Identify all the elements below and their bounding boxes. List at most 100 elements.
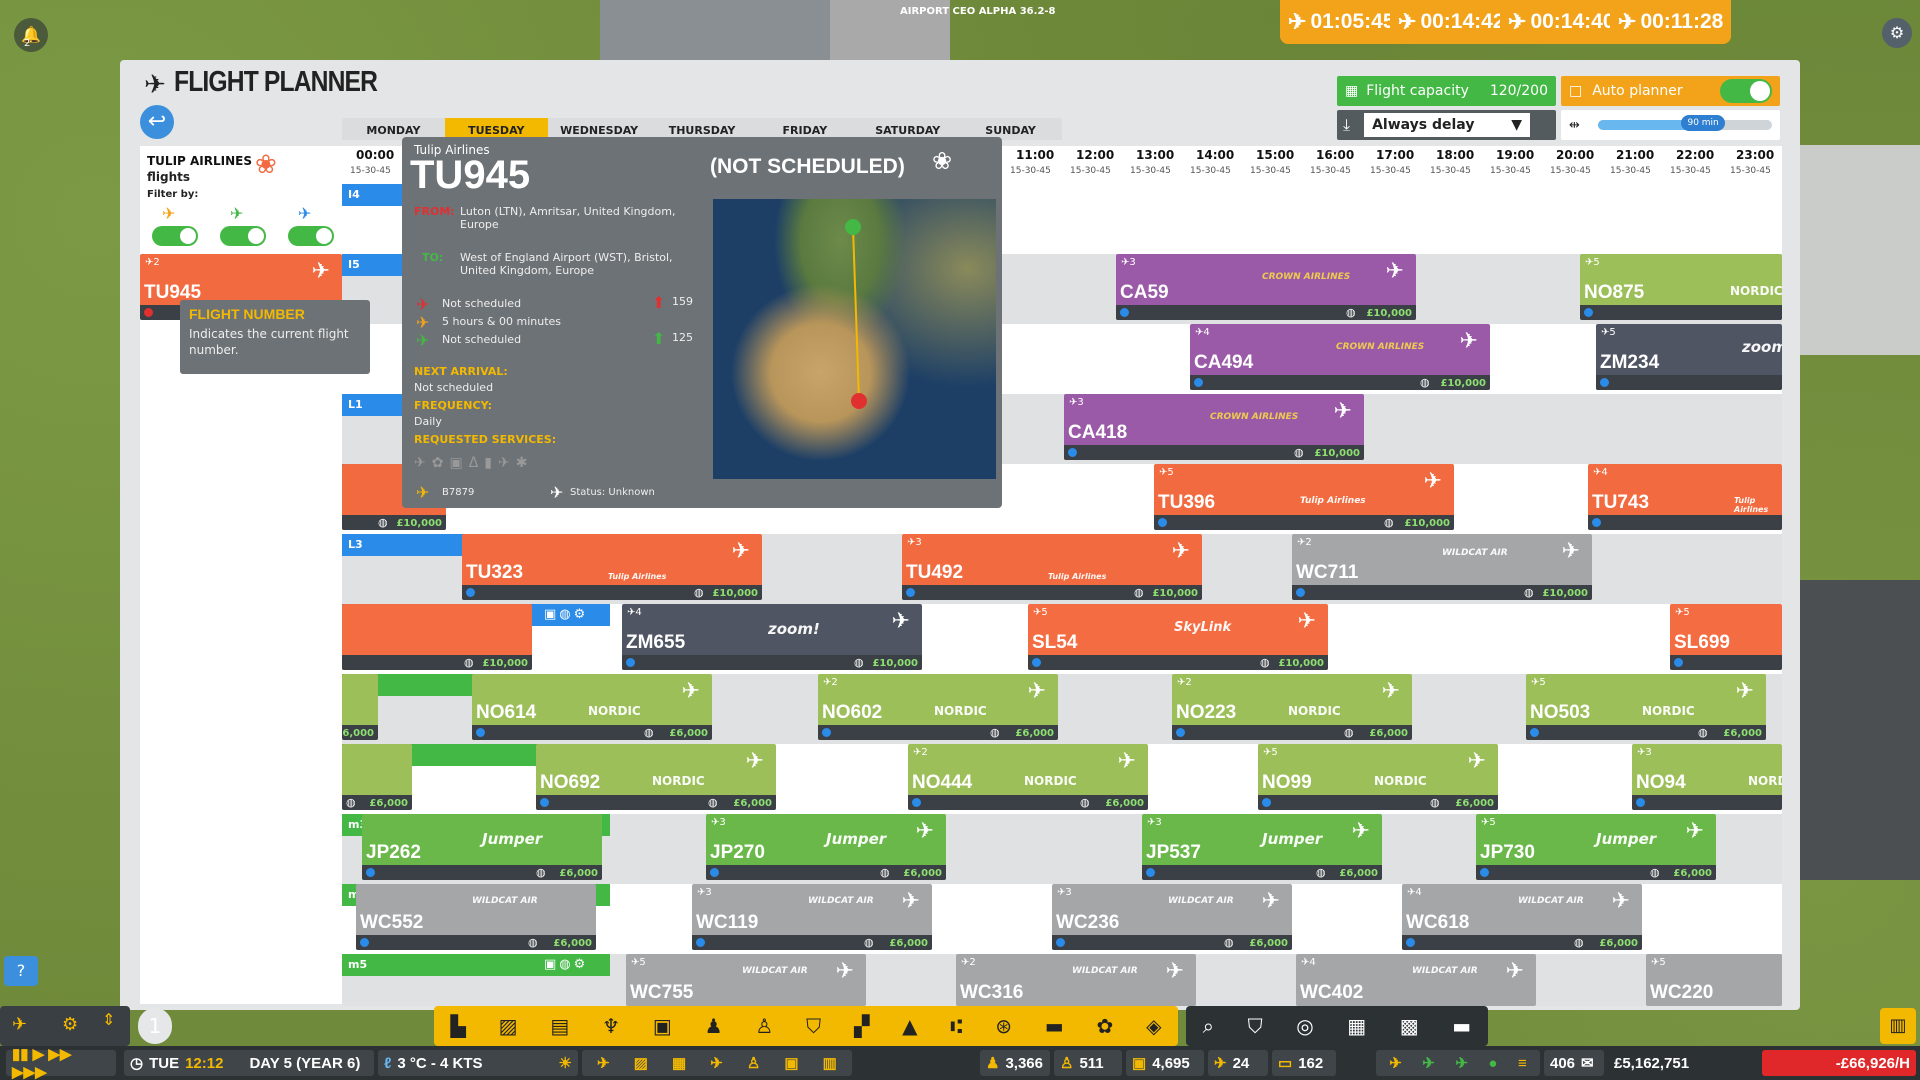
security-icon[interactable]: ⛉ [806, 1014, 821, 1038]
flight-card[interactable]: ✈5 NO875 NORDIC [1580, 254, 1782, 320]
flight-timer-3[interactable]: ✈ 00:14:40 [1500, 0, 1623, 44]
staff-icon[interactable]: ♟ [705, 1014, 723, 1038]
flight-card[interactable]: NO614 NORDIC ✈ ◍ £6,000 [472, 674, 712, 740]
grid-icon[interactable]: ▦ [1347, 1014, 1366, 1038]
quarter-label: 15-30-45 [1190, 166, 1231, 176]
price: £6,000 [1455, 798, 1494, 809]
slot-number: ✈4 [1301, 957, 1316, 968]
search-icon[interactable]: ⌕ [1203, 1014, 1214, 1038]
speed-controls[interactable]: ▮▮ ▶ ▶▶ ▶▶▶ [6, 1046, 116, 1080]
flight-card[interactable]: ✈3 WC236 WILDCAT AIR ✈ ◍ £6,000 [1052, 884, 1292, 950]
flight-card[interactable]: WC552 WILDCAT AIR ◍ £6,000 [356, 884, 596, 950]
mail[interactable]: 406 ✉ [1544, 1050, 1604, 1076]
flight-card[interactable]: ✈3 JP537 Jumper ✈ ◍ £6,000 [1142, 814, 1382, 880]
tower-icon[interactable]: ♆ [602, 1014, 620, 1038]
boxes-icon[interactable]: ◈ [1146, 1014, 1161, 1038]
shield-icon[interactable]: ⛉ [1248, 1014, 1263, 1038]
toggles[interactable]: ✈ ▨ ▦ ✈ ♙ ▣ ▥ [582, 1050, 852, 1076]
hour-label: 18:00 [1436, 148, 1475, 162]
hourly-rate: -£66,926/H [1762, 1050, 1916, 1076]
flight-footer: ◍ £6,000 [1476, 865, 1716, 880]
flight-timer-1[interactable]: ✈ 01:05:45 [1280, 0, 1403, 44]
stripes-icon[interactable]: ▨ [499, 1014, 518, 1038]
gear-icon[interactable]: ⚙ [62, 1014, 78, 1035]
flight-card[interactable]: ✈3 JP270 Jumper ✈ ◍ £6,000 [706, 814, 946, 880]
flight-card[interactable]: ✈5 TU396 Tulip Airlines ✈ ◍ £10,000 [1154, 464, 1454, 530]
status-dot [906, 588, 915, 597]
flight-timer-2[interactable]: ✈ 00:14:42 [1390, 0, 1513, 44]
page-indicator[interactable]: 1 [138, 1008, 172, 1044]
flight-card[interactable]: ✈4 TU743 Tulip Airlines [1588, 464, 1782, 530]
flight-card[interactable]: £6,000 [342, 674, 378, 740]
flight-card[interactable]: ✈5 JP730 Jumper ✈ ◍ £6,000 [1476, 814, 1716, 880]
flight-card[interactable]: ✈4 WC402 WILDCAT AIR ✈ [1296, 954, 1536, 1006]
flight-code: NO602 [822, 702, 883, 723]
flight-card[interactable]: ✈4 ZM655 zoom! ✈ ◍ £10,000 [622, 604, 922, 670]
flight-card[interactable]: ◍ £6,000 [342, 744, 412, 810]
plane-icon[interactable]: ✈ [12, 1014, 27, 1035]
flight-card[interactable]: ✈5 WC220 [1646, 954, 1782, 1006]
plane-icon: ✈ [1117, 749, 1136, 774]
food-icon[interactable]: ⑆ [950, 1014, 962, 1038]
flight-card[interactable]: ✈2 NO444 NORDIC ✈ ◍ £6,000 [908, 744, 1148, 810]
gate-label: I5 [342, 254, 402, 276]
money-icon[interactable]: ⊛ [995, 1014, 1012, 1038]
flights-label: flights [147, 170, 191, 184]
flight-card[interactable]: ✈2 WC711 WILDCAT AIR ✈ ◍ £10,000 [1292, 534, 1592, 600]
flight-card[interactable]: ✈5 ZM234 zoom [1596, 324, 1782, 390]
seats-icon[interactable]: ▬ [1045, 1014, 1064, 1038]
delay-dropdown[interactable]: Always delay ▼ [1364, 113, 1531, 137]
flight-card[interactable]: ✈5 WC755 WILDCAT AIR ✈ [626, 954, 866, 1006]
flight-card[interactable]: ✈5 NO99 NORDIC ✈ ◍ £6,000 [1258, 744, 1498, 810]
flight-card[interactable]: ✈4 WC618 WILDCAT AIR ✈ ◍ £6,000 [1402, 884, 1642, 950]
flight-card[interactable]: ✈3 CA418 CROWN AIRLINES ✈ ◍ £10,000 [1064, 394, 1364, 460]
filter-small-toggle[interactable] [152, 226, 198, 246]
airline-brand: WILDCAT AIR [1168, 896, 1234, 906]
vehicle-icon[interactable]: ▬ [1452, 1014, 1471, 1038]
flight-card[interactable]: ✈2 NO602 NORDIC ✈ ◍ £6,000 [818, 674, 1058, 740]
slider-track[interactable]: 90 min [1597, 115, 1772, 131]
flight-card[interactable]: ✈5 SL699 [1670, 604, 1782, 670]
gate-icon[interactable]: ▞ [854, 1014, 869, 1038]
flight-card[interactable]: ✈3 TU492 Tulip Airlines ✈ ◍ £10,000 [902, 534, 1202, 600]
flight-card[interactable]: ✈4 CA494 CROWN AIRLINES ✈ ◍ £10,000 [1190, 324, 1490, 390]
flight-card[interactable]: ✈3 CA59 CROWN AIRLINES ✈ ◍ £10,000 [1116, 254, 1416, 320]
flight-card[interactable]: ✈2 WC316 WILDCAT AIR ✈ [956, 954, 1196, 1006]
plants-icon[interactable]: ✿ [1097, 1014, 1114, 1038]
plane-icon: ✈ [901, 889, 920, 914]
slot-number: ✈5 [1601, 327, 1616, 338]
filter-medium-toggle[interactable] [220, 226, 266, 246]
help-button[interactable]: ? [4, 956, 38, 986]
radar-icon[interactable]: ◎ [1296, 1014, 1313, 1038]
filter-large-toggle[interactable] [288, 226, 334, 246]
terminal-icon[interactable]: ▙ [450, 1014, 465, 1038]
flight-timer-4[interactable]: ✈ 00:11:28 [1610, 0, 1732, 44]
gate-services[interactable]: ▣◍⚙ [544, 607, 585, 622]
flight-footer: ◍ £10,000 [1116, 305, 1416, 320]
delay-icon: ⤓ [1343, 115, 1351, 134]
gate-services[interactable]: ▣◍⚙ [544, 957, 585, 972]
bus-icon[interactable]: ▤ [550, 1014, 569, 1038]
passenger-icon[interactable]: ♙ [755, 1014, 773, 1038]
flight-card[interactable]: NO692 NORDIC ✈ ◍ £6,000 [536, 744, 776, 810]
flight-card[interactable]: JP262 Jumper ◍ £6,000 [362, 814, 602, 880]
zones-icon[interactable]: ▩ [1400, 1014, 1419, 1038]
bell-icon[interactable]: 🔔 [14, 18, 48, 52]
slider-knob[interactable]: 90 min [1681, 115, 1725, 131]
flight-card[interactable]: TU323 Tulip Airlines ✈ ◍ £10,000 [462, 534, 762, 600]
auto-planner-toggle[interactable] [1720, 79, 1772, 103]
gear-icon[interactable]: ⚙ [1882, 18, 1912, 48]
back-button[interactable]: ↩ [140, 105, 174, 139]
flight-card[interactable]: ✈3 NO94 NORD [1632, 744, 1782, 810]
flight-card[interactable]: ◍ £10,000 [342, 604, 532, 670]
flight-card[interactable]: ✈5 SL54 SkyLink ✈ ◍ £10,000 [1028, 604, 1328, 670]
luggage-icon[interactable]: ▣ [653, 1014, 672, 1038]
flight-card[interactable]: ✈5 NO503 NORDIC ✈ ◍ £6,000 [1526, 674, 1766, 740]
kiosk-icon[interactable]: ▲ [902, 1014, 917, 1038]
stats-icon[interactable]: ▥ [1880, 1008, 1916, 1044]
price: £6,000 [369, 798, 408, 809]
flight-card[interactable]: ✈3 WC119 WILDCAT AIR ✈ ◍ £6,000 [692, 884, 932, 950]
chevron-updown-icon[interactable]: ⇕ [102, 1010, 115, 1029]
slot-number: ✈5 [1531, 677, 1546, 688]
flight-card[interactable]: ✈2 NO223 NORDIC ✈ ◍ £6,000 [1172, 674, 1412, 740]
